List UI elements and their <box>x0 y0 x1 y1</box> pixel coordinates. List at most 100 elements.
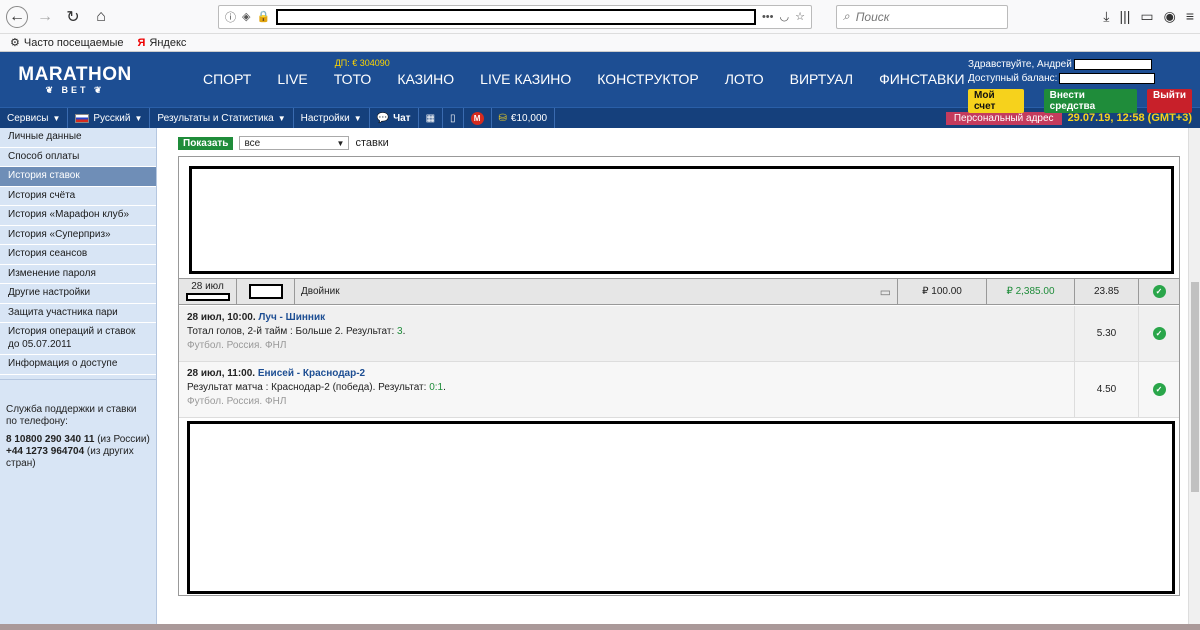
shield-icon[interactable]: ◈ <box>242 10 250 23</box>
forward-icon[interactable]: → <box>34 6 56 28</box>
library-icon[interactable]: ||| <box>1119 8 1130 25</box>
browser-toolbar: ← → ↻ ⌂ ⓘ ◈ 🔒 ••• ◡ ☆ ⌕ Поиск ⤓ ||| ▭ ◉ … <box>0 0 1200 34</box>
nav-label: ТОТО <box>333 71 372 87</box>
bet-history-main: Показать все ▼ ставки 28 июл Двойник ▭ ₽… <box>157 128 1200 625</box>
event-teams[interactable]: Луч - Шинник <box>258 312 325 323</box>
bookmark-yandex[interactable]: Я Яндекс <box>137 37 186 49</box>
nav-live-casino[interactable]: LIVE КАЗИНО <box>467 52 584 107</box>
event-teams[interactable]: Енисей - Краснодар-2 <box>258 368 365 379</box>
url-bar[interactable]: ⓘ ◈ 🔒 ••• ◡ ☆ <box>218 4 812 29</box>
event-datetime: 28 июл, 10:00. <box>187 312 256 323</box>
pocket-icon[interactable]: ◡ <box>780 10 790 23</box>
url-redacted <box>276 8 756 25</box>
event-coef: 5.30 <box>1075 306 1139 361</box>
sidebar-icon[interactable]: ▭ <box>1140 8 1153 25</box>
bookmark-label: Яндекс <box>149 36 187 49</box>
bet-coef: 23.85 <box>1075 279 1139 304</box>
sidebar-item-payment-method[interactable]: Способ оплаты <box>0 148 156 167</box>
search-input[interactable]: ⌕ Поиск <box>836 4 1008 29</box>
caret-down-icon: ▼ <box>134 113 143 123</box>
page-scrollbar[interactable] <box>1188 128 1200 625</box>
bonus-button[interactable]: ⛁ €10,000 <box>492 107 556 129</box>
phone-russia[interactable]: 8 10800 290 340 11 <box>6 434 94 445</box>
support-block: Служба поддержки и ставки по телефону: 8… <box>0 378 156 470</box>
logo-sub-text: BET <box>61 84 89 95</box>
nav-casino[interactable]: КАЗИНО <box>384 52 467 107</box>
sidebar-item-protection[interactable]: Защита участника пари <box>0 304 156 323</box>
search-placeholder: Поиск <box>855 9 890 24</box>
grid-view-button[interactable]: ▦ <box>419 107 444 129</box>
services-menu[interactable]: Сервисы ▼ <box>0 107 69 129</box>
language-label: Русский <box>93 112 131 124</box>
bet-number-redacted <box>248 284 283 299</box>
bet-type: Двойник <box>301 286 340 297</box>
account-sidebar: Личные данные Способ оплаты История став… <box>0 128 157 625</box>
star-icon[interactable]: ☆ <box>795 10 805 23</box>
chat-button[interactable]: 💬 Чат <box>370 107 419 129</box>
marathon-m-button[interactable]: M <box>464 107 492 129</box>
nav-virtual[interactable]: ВИРТУАЛ <box>777 52 866 107</box>
home-icon[interactable]: ⌂ <box>90 6 112 28</box>
select-value: все <box>244 137 261 149</box>
content-area: Личные данные Способ оплаты История став… <box>0 128 1200 625</box>
bet-filter-select[interactable]: все ▼ <box>239 136 350 150</box>
event-coef: 4.50 <box>1075 362 1139 417</box>
sidebar-item-old-history[interactable]: История операций и ставок до 05.07.2011 <box>0 323 156 355</box>
account-icon[interactable]: ◉ <box>1164 8 1176 25</box>
sidebar-item-personal-data[interactable]: Личные данные <box>0 128 156 148</box>
settings-menu[interactable]: Настройки ▼ <box>294 107 370 129</box>
show-button[interactable]: Показать <box>178 136 234 150</box>
download-icon[interactable]: ⤓ <box>1103 8 1109 25</box>
bet-win: ₽ 2,385.00 <box>987 279 1075 304</box>
personal-address-button[interactable]: Персональный адрес <box>945 111 1062 125</box>
mobile-button[interactable]: ▯ <box>443 107 464 129</box>
nav-sport[interactable]: СПОРТ <box>190 52 264 107</box>
balance-redacted <box>1059 72 1156 84</box>
more-icon[interactable]: ••• <box>762 11 774 23</box>
sidebar-item-marathon-club[interactable]: История «Марафон клуб» <box>0 206 156 226</box>
nav-constructor[interactable]: КОНСТРУКТОР <box>584 52 711 107</box>
sidebar-item-bet-history[interactable]: История ставок <box>0 167 156 187</box>
services-label: Сервисы <box>7 112 49 124</box>
reload-icon[interactable]: ↻ <box>62 6 84 28</box>
check-icon: ✓ <box>1152 383 1166 396</box>
nav-live[interactable]: LIVE <box>264 52 320 107</box>
exit-button[interactable]: Выйти <box>1147 89 1192 113</box>
info-icon[interactable]: ⓘ <box>225 9 236 25</box>
bet-stake: ₽ 100.00 <box>898 279 987 304</box>
caret-down-icon: ▼ <box>336 138 345 148</box>
sidebar-item-sessions[interactable]: История сеансов <box>0 245 156 265</box>
table-row[interactable]: 28 июл Двойник ▭ ₽ 100.00 ₽ 2,385.00 23.… <box>179 278 1179 305</box>
sidebar-item-account-history[interactable]: История счёта <box>0 187 156 206</box>
logo[interactable]: MARATHON ❦ BET ❦ <box>0 52 150 107</box>
event-league: Футбол. Россия. ФНЛ <box>187 340 287 351</box>
event-market: Результат матча : Краснодар-2 (победа). … <box>187 382 427 393</box>
support-title: Служба поддержки и ставки по телефону: <box>6 403 137 427</box>
my-account-button[interactable]: Мой счет <box>968 89 1024 113</box>
scrollbar-thumb[interactable] <box>1191 282 1199 492</box>
nav-loto[interactable]: ЛОТО <box>712 52 777 107</box>
phone-international[interactable]: +44 1273 964704 <box>6 446 84 457</box>
sidebar-item-other-settings[interactable]: Другие настройки <box>0 284 156 304</box>
bookmarks-bar: ⚙ Часто посещаемые Я Яндекс <box>0 34 1200 52</box>
caret-down-icon: ▼ <box>277 113 286 123</box>
deposit-button[interactable]: Внести средства <box>1043 89 1138 113</box>
list-item: 28 июл, 11:00. Енисей - Краснодар-2 Резу… <box>179 362 1179 418</box>
datetime: 29.07.19, 12:58 (GMT+3) <box>1067 112 1192 124</box>
bookmark-most-visited[interactable]: ⚙ Часто посещаемые <box>10 36 123 50</box>
language-menu[interactable]: Русский ▼ <box>68 107 151 129</box>
bet-date: 28 июл <box>191 281 224 292</box>
search-icon: ⌕ <box>843 9 850 23</box>
grid-icon: ▦ <box>425 112 436 124</box>
main-nav: СПОРТ LIVE ДП: € 304090 ТОТО КАЗИНО LIVE … <box>190 52 978 107</box>
nav-toto[interactable]: ДП: € 304090 ТОТО <box>321 52 390 107</box>
back-icon[interactable]: ← <box>6 5 28 28</box>
nav-finstavki[interactable]: ФИНСТАВКИ <box>866 52 977 107</box>
event-result: 0:1 <box>429 382 444 393</box>
results-menu[interactable]: Результаты и Статистика ▼ <box>150 107 294 129</box>
sidebar-item-superprize[interactable]: История «Суперприз» <box>0 226 156 245</box>
tv-icon[interactable]: ▭ <box>880 285 891 299</box>
sidebar-item-access-info[interactable]: Информация о доступе <box>0 355 156 375</box>
sidebar-item-change-password[interactable]: Изменение пароля <box>0 265 156 284</box>
menu-icon[interactable]: ≡ <box>1186 8 1194 25</box>
